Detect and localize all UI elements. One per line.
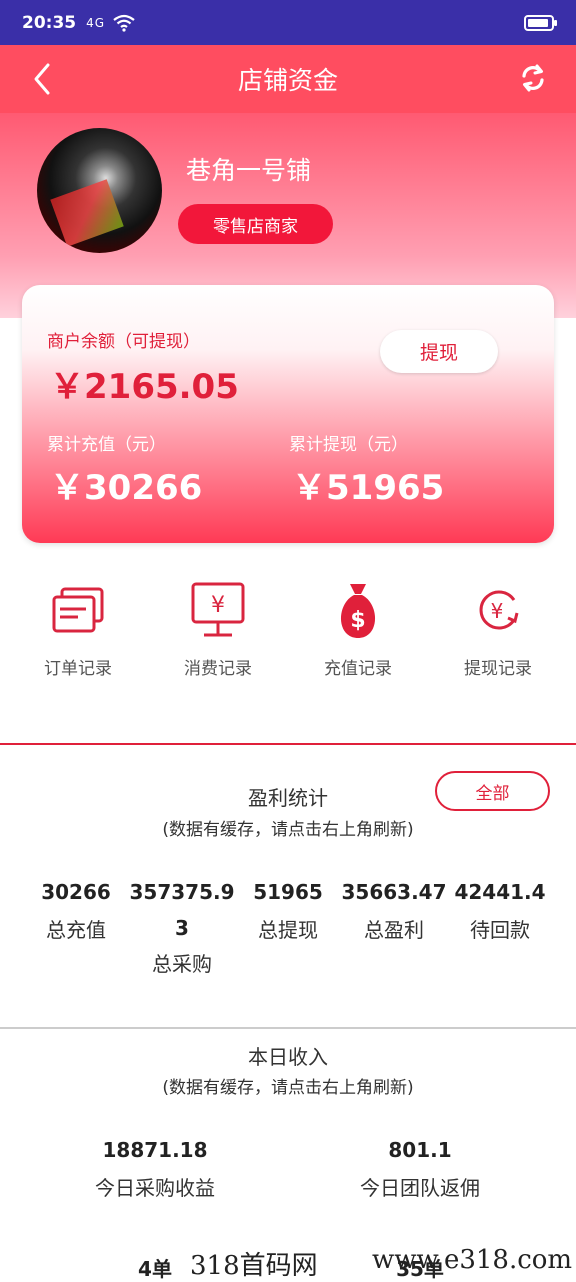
section-divider [0, 1027, 576, 1029]
page-title: 店铺资金 [237, 66, 338, 95]
stat-today-purchase-income: 18871.18 今日采购收益 [55, 1138, 255, 1201]
stat-value: 51965 [253, 880, 323, 904]
stat-total-profit: 35663.47 总盈利 [338, 880, 450, 943]
daily-title: 本日收入 [248, 1045, 328, 1069]
signal-icon: 4G [86, 15, 106, 30]
order-record-icon [52, 587, 104, 633]
menu-item-label: 消费记录 [184, 659, 252, 679]
daily-cache-note: (数据有缓存，请点击右上角刷新) [162, 1078, 414, 1098]
balance-value: ￥2165.05 [50, 367, 239, 407]
stat-total-recharge: 30266 总充值 [20, 880, 132, 943]
stat-label: 今日采购收益 [95, 1176, 215, 1200]
all-button[interactable]: 全部 [435, 771, 550, 811]
withdraw-button[interactable]: 提现 [380, 330, 498, 373]
stat-total-purchase: 357375.9 3 总采购 [126, 880, 238, 977]
svg-text:¥: ¥ [491, 599, 504, 623]
stat-value: 35663.47 [341, 880, 447, 904]
battery-icon [524, 14, 557, 31]
stat-value: 357375.9 [129, 880, 235, 904]
stat-label: 总充值 [46, 918, 106, 942]
stat-label: 今日团队返佣 [360, 1176, 480, 1200]
stat-today-team-commission: 801.1 今日团队返佣 [320, 1138, 520, 1201]
menu-item-label: 充值记录 [324, 659, 392, 679]
total-withdraw-label: 累计提现（元） [289, 435, 408, 455]
total-recharge-label: 累计充值（元） [47, 435, 166, 455]
stat-value: 18871.18 [102, 1138, 208, 1162]
stat-value-cont: 3 [175, 916, 189, 940]
money-bag-icon: $ [340, 584, 376, 638]
app-header: 店铺资金 [0, 45, 576, 113]
store-avatar[interactable] [37, 128, 162, 253]
menu-item-withdraw-record[interactable]: ¥ 提现记录 [428, 580, 568, 679]
svg-text:$: $ [350, 608, 365, 633]
balance-card: 商户余额（可提现） ￥2165.05 提现 累计充值（元） ￥30266 累计提… [22, 285, 554, 543]
svg-text:¥: ¥ [211, 593, 225, 618]
stat-total-withdraw: 51965 总提现 [232, 880, 344, 943]
status-bar: 20:35 4G [0, 0, 576, 45]
refresh-icon[interactable] [518, 63, 548, 93]
stat-pending-payment: 42441.4 待回款 [444, 880, 556, 943]
menu-item-label: 提现记录 [464, 659, 532, 679]
menu-item-order-record[interactable]: 订单记录 [8, 580, 148, 679]
store-name: 巷角一号铺 [186, 156, 312, 185]
total-recharge-value: ￥30266 [50, 468, 203, 508]
withdraw-record-icon: ¥ [479, 590, 519, 630]
menu-item-label: 订单记录 [44, 659, 112, 679]
stat-label: 总采购 [152, 952, 212, 976]
menu-item-consumption-record[interactable]: ¥ 消费记录 [148, 580, 288, 679]
watermark-right: www.e318.com [372, 1245, 573, 1275]
wifi-icon [113, 14, 135, 32]
watermark-left: 318首码网 [190, 1251, 318, 1281]
status-time: 20:35 [22, 12, 77, 33]
section-divider [0, 743, 576, 745]
stat-value: 801.1 [388, 1138, 452, 1162]
stat-value: 42441.4 [454, 880, 546, 904]
stat-label: 总提现 [258, 918, 318, 942]
store-type-badge: 零售店商家 [178, 204, 333, 244]
record-menu: 订单记录 ¥ 消费记录 $ 充值记录 ¥ 提现记录 [0, 580, 576, 690]
total-withdraw-value: ￥51965 [292, 468, 445, 508]
menu-item-recharge-record[interactable]: $ 充值记录 [288, 580, 428, 679]
consumption-record-icon: ¥ [191, 582, 245, 637]
stat-value: 30266 [41, 880, 111, 904]
balance-label: 商户余额（可提现） [47, 332, 200, 352]
stat-label: 总盈利 [364, 918, 424, 942]
watermark: 318首码网 www.e318.com [0, 1245, 576, 1281]
back-arrow-icon[interactable] [26, 59, 66, 99]
stat-label: 待回款 [470, 918, 530, 942]
profit-cache-note: (数据有缓存，请点击右上角刷新) [162, 820, 414, 840]
